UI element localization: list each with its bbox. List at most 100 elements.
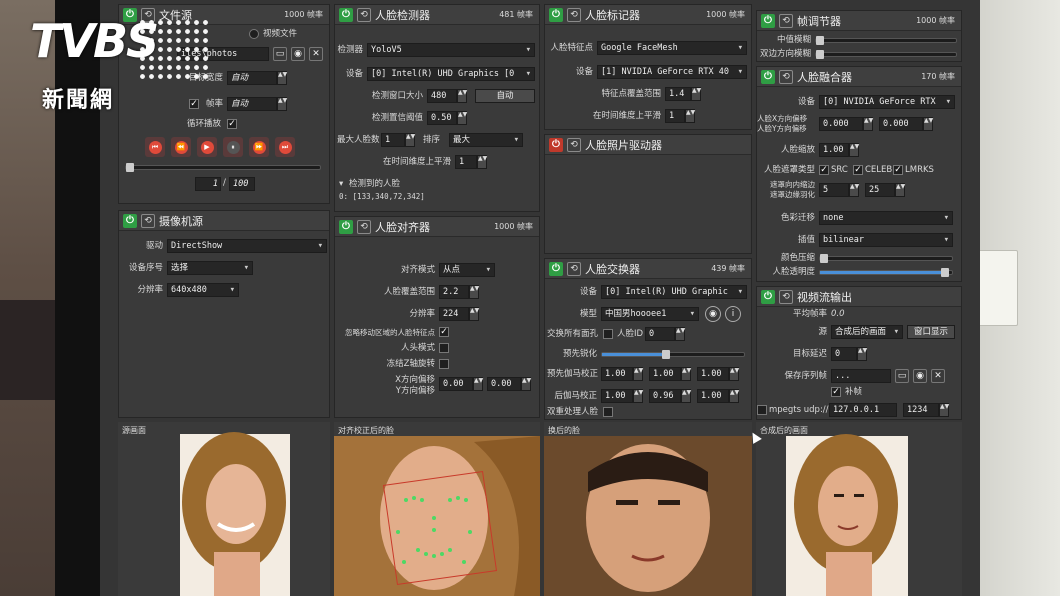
marker-dropdown[interactable]: Google FaceMesh <box>597 41 747 55</box>
mask-celeb-checkbox[interactable]: ✓ <box>853 165 863 175</box>
y-offset-input[interactable]: 0.00 <box>487 377 521 391</box>
resolution-input[interactable]: 224 <box>439 307 469 321</box>
detector-dropdown[interactable]: YoloV5 <box>367 43 535 57</box>
close-icon[interactable]: ✕ <box>931 369 945 383</box>
face-id-spinner[interactable]: ▲▼ <box>675 327 685 341</box>
power-icon[interactable]: ⏻ <box>339 7 353 22</box>
power-icon[interactable]: ⏻ <box>761 289 775 304</box>
x-offset-input[interactable]: 0.00 <box>439 377 473 391</box>
pre-gamma-r[interactable]: 1.00 <box>601 367 633 381</box>
forward-button[interactable]: ⏩ <box>249 137 269 157</box>
eye-icon[interactable]: ◉ <box>291 47 305 61</box>
pre-gamma-g[interactable]: 1.00 <box>649 367 681 381</box>
udp-port-spinner[interactable]: ▲▼ <box>939 403 949 417</box>
x-offset-input[interactable]: 0.000 <box>819 117 863 131</box>
pre-gamma-g-spinner[interactable]: ▲▼ <box>681 367 691 381</box>
model-dropdown[interactable]: 中国男hoooee1 <box>601 307 699 321</box>
device-dropdown[interactable]: [0] Intel(R) UHD Graphics [0 <box>367 67 535 81</box>
pre-gamma-r-spinner[interactable]: ▲▼ <box>633 367 643 381</box>
window-display-button[interactable]: 窗口显示 <box>907 325 955 339</box>
settings-icon[interactable]: ⟲ <box>141 213 155 228</box>
pre-gamma-b-spinner[interactable]: ▲▼ <box>729 367 739 381</box>
last-frame-button[interactable]: ⏭ <box>275 137 295 157</box>
x-offset-spinner[interactable]: ▲▼ <box>863 117 873 131</box>
info-icon[interactable]: i <box>725 306 741 322</box>
align-mode-dropdown[interactable]: 从点 <box>439 263 495 277</box>
eye-icon[interactable]: ◉ <box>913 369 927 383</box>
blur-input[interactable]: 25 <box>865 183 895 197</box>
post-gamma-r[interactable]: 1.00 <box>601 389 633 403</box>
settings-icon[interactable]: ⟲ <box>357 7 371 22</box>
video-file-radio[interactable] <box>249 29 259 39</box>
y-offset-input[interactable]: 0.000 <box>879 117 923 131</box>
power-icon[interactable]: ⏻ <box>761 13 775 28</box>
folder-icon[interactable]: ▭ <box>273 47 287 61</box>
post-gamma-b-spinner[interactable]: ▲▼ <box>729 389 739 403</box>
save-path-input[interactable]: ... <box>831 369 891 383</box>
face-coverage-input[interactable]: 2.2 <box>439 285 469 299</box>
max-faces-spinner[interactable]: ▲▼ <box>405 133 415 147</box>
post-gamma-r-spinner[interactable]: ▲▼ <box>633 389 643 403</box>
post-gamma-b[interactable]: 1.00 <box>697 389 729 403</box>
fps-input[interactable]: 自动 <box>227 97 277 111</box>
scale-spinner[interactable]: ▲▼ <box>849 143 859 157</box>
settings-icon[interactable]: ⟲ <box>357 219 371 234</box>
pre-gamma-b[interactable]: 1.00 <box>697 367 729 381</box>
device-dropdown[interactable]: [1] NVIDIA GeForce RTX 40 <box>597 65 747 79</box>
folder-icon[interactable]: ▭ <box>895 369 909 383</box>
fill-checkbox[interactable]: ✓ <box>831 387 841 397</box>
driver-dropdown[interactable]: DirectShow <box>167 239 327 253</box>
first-frame-button[interactable]: ⏮ <box>145 137 165 157</box>
threshold-input[interactable]: 0.50 <box>427 111 457 125</box>
resolution-spinner[interactable]: ▲▼ <box>469 307 479 321</box>
seek-slider[interactable] <box>125 163 321 172</box>
settings-icon[interactable]: ⟲ <box>779 13 793 28</box>
temporal-smoothing-input[interactable]: 1 <box>455 155 477 169</box>
temporal-spinner[interactable]: ▲▼ <box>685 109 695 123</box>
opacity-thumb[interactable] <box>941 268 950 277</box>
mpegts-checkbox[interactable] <box>757 405 767 415</box>
close-icon[interactable]: ✕ <box>309 47 323 61</box>
temporal-input[interactable]: 1 <box>665 109 685 123</box>
mask-lmrks-checkbox[interactable]: ✓ <box>893 165 903 175</box>
pre-sharpen-slider[interactable] <box>601 350 745 359</box>
rewind-button[interactable]: ⏪ <box>171 137 191 157</box>
eye-icon[interactable]: ◉ <box>705 306 721 322</box>
exclude-moving-checkbox[interactable]: ✓ <box>439 327 449 337</box>
delay-input[interactable]: 0 <box>831 347 857 361</box>
fps-spinner[interactable]: ▲▼ <box>277 97 287 111</box>
settings-icon[interactable]: ⟲ <box>567 7 581 22</box>
y-offset-spinner[interactable]: ▲▼ <box>923 117 933 131</box>
power-icon[interactable]: ⏻ <box>549 137 563 152</box>
window-size-spinner[interactable]: ▲▼ <box>457 89 467 103</box>
erode-spinner[interactable]: ▲▼ <box>849 183 859 197</box>
settings-icon[interactable]: ⟲ <box>567 137 581 152</box>
pre-sharpen-thumb[interactable] <box>661 350 670 359</box>
head-mode-checkbox[interactable] <box>439 343 449 353</box>
coverage-input[interactable]: 1.4 <box>665 87 691 101</box>
power-icon[interactable]: ⏻ <box>761 69 775 84</box>
loop-checkbox[interactable]: ✓ <box>227 119 237 129</box>
settings-icon[interactable]: ⟲ <box>779 69 793 84</box>
auto-button[interactable]: 自动 <box>475 89 535 103</box>
opacity-slider[interactable] <box>819 268 953 277</box>
post-gamma-g[interactable]: 0.96 <box>649 389 681 403</box>
color-transfer-dropdown[interactable]: none <box>819 211 953 225</box>
device-dropdown[interactable]: [0] Intel(R) UHD Graphic <box>601 285 747 299</box>
blur-spinner[interactable]: ▲▼ <box>895 183 905 197</box>
frame-current-input[interactable]: 1 <box>195 177 221 191</box>
play-button[interactable]: ▶ <box>197 137 217 157</box>
face-coverage-spinner[interactable]: ▲▼ <box>469 285 479 299</box>
y-offset-spinner[interactable]: ▲▼ <box>521 377 531 391</box>
power-icon[interactable]: ⏻ <box>549 261 563 276</box>
sort-dropdown[interactable]: 最大 <box>449 133 523 147</box>
max-faces-input[interactable]: 1 <box>381 133 405 147</box>
power-icon[interactable]: ⏻ <box>123 213 137 228</box>
face-id-input[interactable]: 0 <box>645 327 675 341</box>
device-index-dropdown[interactable]: 选择 <box>167 261 253 275</box>
color-compress-slider[interactable] <box>819 254 953 263</box>
udp-host-input[interactable]: 127.0.0.1 <box>829 403 897 417</box>
udp-port-input[interactable]: 1234 <box>903 403 939 417</box>
dual-process-checkbox[interactable] <box>603 407 613 417</box>
freeze-z-checkbox[interactable] <box>439 359 449 369</box>
